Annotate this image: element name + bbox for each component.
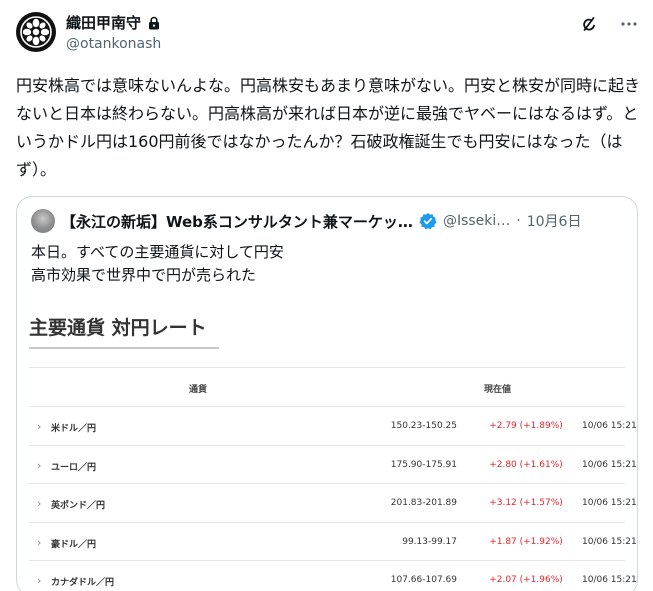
rate-value: 99.13-99.17 bbox=[402, 536, 457, 547]
chevron-right-icon: › bbox=[37, 535, 42, 549]
rate-time: 10/06 15:21 bbox=[582, 498, 637, 508]
rate-change: +2.07 (+1.96%) bbox=[489, 575, 563, 585]
quoted-author-handle[interactable]: @Isseki… bbox=[443, 213, 510, 229]
chevron-right-icon: › bbox=[37, 497, 42, 510]
rate-value: 175.90-175.91 bbox=[390, 459, 457, 470]
chevron-right-icon: › bbox=[37, 420, 42, 433]
currency-name: 英ポンド／円 bbox=[51, 501, 106, 511]
rate-change: +2.80 (+1.61%) bbox=[489, 459, 563, 470]
separator-dot: · bbox=[516, 213, 521, 229]
rate-card-image[interactable]: 主要通貨 対円レート 通貨 現在値 › 米ドル／円 150.23-150.25 … bbox=[29, 295, 637, 591]
chevron-right-icon: › bbox=[37, 458, 42, 472]
title-underline bbox=[29, 347, 219, 349]
rate-value: 150.23-150.25 bbox=[390, 421, 457, 431]
quoted-author-avatar[interactable] bbox=[31, 209, 55, 233]
verified-badge-icon bbox=[419, 212, 437, 230]
rate-value: 201.83-201.89 bbox=[390, 498, 457, 508]
currency-name: 豪ドル／円 bbox=[51, 539, 97, 550]
lock-icon bbox=[147, 16, 161, 30]
rate-table: 通貨 現在値 › 米ドル／円 150.23-150.25 +2.79 (+1.8… bbox=[29, 367, 637, 591]
family-crest-icon bbox=[20, 16, 52, 48]
quoted-author-name[interactable]: 【永江の新垢】Web系コンサルタント兼マーケッ… bbox=[61, 211, 413, 232]
quoted-tweet-body: 本日。すべての主要通貨に対して円安 高市効果で世界中で円が売られた bbox=[31, 241, 284, 287]
grok-icon[interactable] bbox=[579, 14, 599, 34]
rate-time: 10/06 15:21 bbox=[582, 575, 637, 585]
col-currency: 通貨 bbox=[189, 385, 208, 395]
author-name-row: 織田甲南守 bbox=[66, 12, 161, 33]
table-row: › 米ドル／円 150.23-150.25 +2.79 (+1.89%) 10/… bbox=[29, 407, 637, 446]
quoted-text-line-1: 本日。すべての主要通貨に対して円安 bbox=[31, 243, 284, 261]
rate-time: 10/06 15:21 bbox=[582, 536, 637, 547]
rate-time: 10/06 15:21 bbox=[582, 421, 637, 431]
col-value: 現在値 bbox=[484, 385, 512, 395]
rate-change: +1.87 (+1.92%) bbox=[489, 536, 563, 547]
rate-time: 10/06 15:21 bbox=[582, 459, 637, 470]
rate-value: 107.66-107.69 bbox=[390, 575, 457, 585]
quoted-text-line-2: 高市効果で世界中で円が売られた bbox=[31, 266, 257, 284]
table-row: › 英ポンド／円 201.83-201.89 +3.12 (+1.57%) 10… bbox=[29, 484, 637, 523]
author-display-name[interactable]: 織田甲南守 bbox=[66, 12, 141, 33]
rate-card-title: 主要通貨 対円レート bbox=[29, 317, 207, 339]
chevron-right-icon: › bbox=[37, 574, 42, 587]
author-handle[interactable]: @otankonash bbox=[66, 36, 161, 52]
author-avatar[interactable] bbox=[16, 12, 56, 52]
tweet-body: 円安株高では意味ないんよな。円高株安もあまり意味がない。円安と株安が同時に起きな… bbox=[16, 76, 641, 179]
currency-name: ユーロ／円 bbox=[51, 462, 97, 473]
rate-change: +3.12 (+1.57%) bbox=[489, 498, 563, 508]
tweet-actions bbox=[579, 14, 639, 34]
currency-name: 米ドル／円 bbox=[51, 424, 97, 434]
table-row: › カナダドル／円 107.66-107.69 +2.07 (+1.96%) 1… bbox=[29, 561, 637, 591]
quoted-tweet-date[interactable]: 10月6日 bbox=[527, 211, 582, 231]
currency-name: カナダドル／円 bbox=[51, 578, 115, 588]
rate-table-header: 通貨 現在値 bbox=[29, 367, 625, 407]
table-row: › 豪ドル／円 99.13-99.17 +1.87 (+1.92%) 10/06… bbox=[29, 523, 637, 561]
quoted-tweet-header: 【永江の新垢】Web系コンサルタント兼マーケッ… @Isseki… · 10月6… bbox=[31, 209, 581, 233]
rate-change: +2.79 (+1.89%) bbox=[489, 421, 563, 431]
quoted-tweet[interactable]: 【永江の新垢】Web系コンサルタント兼マーケッ… @Isseki… · 10月6… bbox=[16, 196, 638, 591]
more-icon[interactable] bbox=[619, 14, 639, 34]
table-row: › ユーロ／円 175.90-175.91 +2.80 (+1.61%) 10/… bbox=[29, 446, 637, 484]
